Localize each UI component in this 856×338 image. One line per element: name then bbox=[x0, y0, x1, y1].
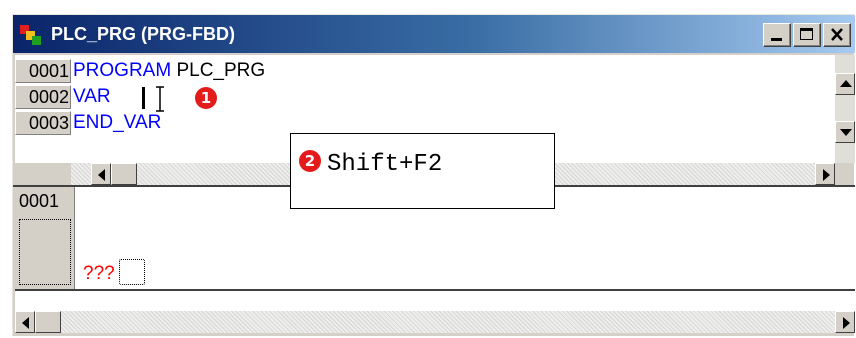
fbd-element-placeholder[interactable] bbox=[119, 259, 145, 285]
scroll-down-icon bbox=[840, 129, 852, 136]
network-number-column: 0001 bbox=[15, 187, 75, 289]
scroll-left-button[interactable] bbox=[15, 311, 35, 333]
scroll-thumb[interactable] bbox=[35, 311, 61, 333]
code-text: PLC_PRG bbox=[171, 60, 266, 81]
scroll-up-icon bbox=[840, 80, 852, 87]
minimize-icon bbox=[771, 38, 782, 41]
scroll-down-button[interactable] bbox=[835, 121, 855, 143]
network-divider bbox=[15, 289, 855, 291]
vertical-scrollbar[interactable] bbox=[835, 55, 855, 163]
scroll-left-icon bbox=[98, 169, 105, 181]
code-line[interactable]: PROGRAM PLC_PRG bbox=[73, 59, 265, 83]
network-selection-box[interactable] bbox=[19, 219, 71, 285]
shortcut-text: Shift+F2 bbox=[327, 151, 443, 178]
scroll-right-icon bbox=[843, 317, 850, 329]
scroll-up-button[interactable] bbox=[835, 73, 855, 95]
scroll-right-button[interactable] bbox=[835, 311, 855, 333]
line-number: 0001 bbox=[15, 59, 71, 83]
maximize-button[interactable] bbox=[793, 23, 821, 47]
code-keyword: VAR bbox=[73, 86, 111, 107]
text-caret bbox=[142, 87, 145, 109]
network-number: 0001 bbox=[19, 191, 60, 211]
step-2-badge: 2 bbox=[299, 150, 321, 172]
shortcut-callout: 2 Shift+F2 bbox=[290, 133, 555, 209]
window-title: PLC_PRG (PRG-FBD) bbox=[51, 24, 235, 44]
scroll-right-button[interactable] bbox=[815, 163, 835, 185]
close-icon bbox=[831, 28, 843, 41]
line-number: 0002 bbox=[15, 85, 71, 109]
code-line[interactable]: END_VAR bbox=[73, 111, 161, 135]
scroll-left-icon bbox=[22, 317, 29, 329]
code-keyword: PROGRAM bbox=[73, 60, 172, 81]
line-number: 0003 bbox=[15, 111, 71, 135]
code-line[interactable]: VAR bbox=[73, 85, 111, 109]
title-bar[interactable]: PLC_PRG (PRG-FBD) bbox=[13, 15, 855, 53]
text-cursor-icon bbox=[156, 86, 164, 112]
code-keyword: END_VAR bbox=[73, 112, 162, 133]
app-icon bbox=[20, 25, 41, 45]
scroll-thumb[interactable] bbox=[111, 163, 137, 185]
scroll-right-icon bbox=[823, 169, 830, 181]
maximize-icon bbox=[800, 28, 813, 40]
step-1-badge: 1 bbox=[195, 87, 217, 109]
body-horizontal-scrollbar[interactable] bbox=[15, 311, 855, 333]
scroll-left-button[interactable] bbox=[91, 163, 111, 185]
minimize-button[interactable] bbox=[763, 23, 791, 47]
close-button[interactable] bbox=[823, 23, 851, 47]
scroll-corner bbox=[15, 163, 71, 185]
placeholder-input-text[interactable]: ??? bbox=[83, 263, 115, 285]
